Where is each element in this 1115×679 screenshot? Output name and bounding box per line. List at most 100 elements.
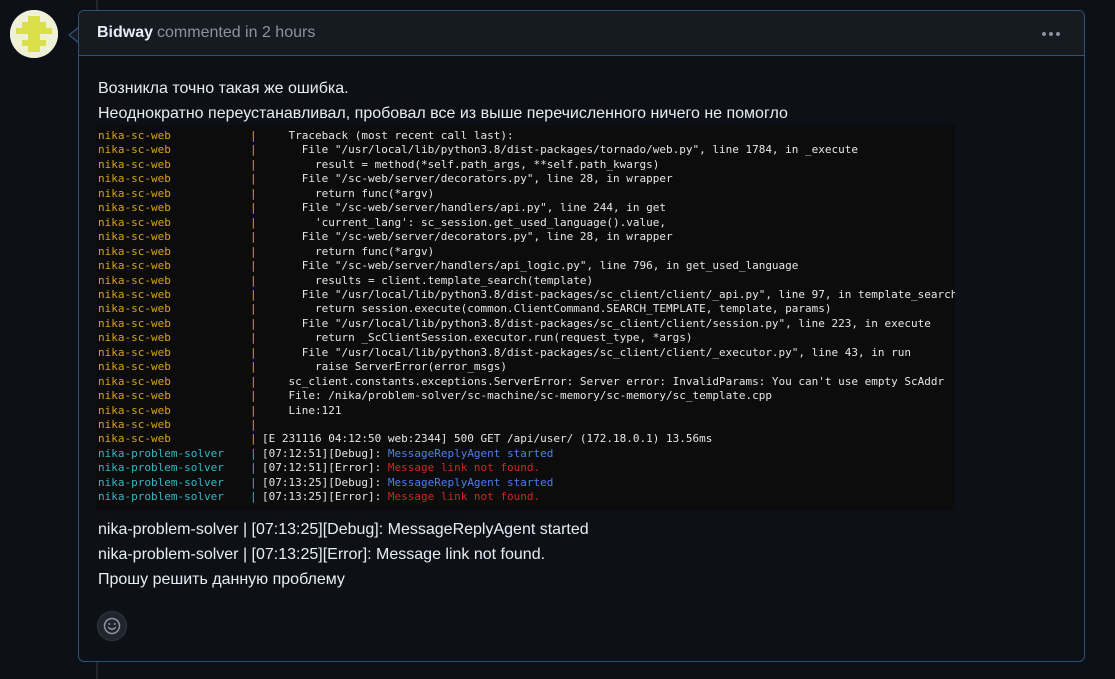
avatar[interactable] — [10, 10, 58, 58]
log-line: nika-sc-web | Line:121 — [98, 404, 341, 418]
log-separator: | — [250, 360, 257, 374]
log-line: nika-sc-web | File: /nika/problem-solver/… — [98, 389, 772, 403]
log-separator: | — [250, 418, 257, 431]
log-separator: | — [250, 403, 257, 417]
log-separator: | — [250, 172, 257, 186]
log-message: return func(*argv) — [262, 244, 435, 258]
log-line: nika-problem-solver | [07:13:25][Error]: M… — [98, 490, 540, 504]
log-line: nika-sc-web | return _ScClientSession.exe… — [98, 331, 692, 345]
log-separator: | — [250, 475, 257, 489]
log-message: File "/usr/local/lib/python3.8/dist-pack… — [262, 143, 859, 157]
log-separator: | — [250, 389, 257, 403]
log-line: nika-sc-web | File "/usr/local/lib/python… — [98, 143, 858, 157]
log-separator: | — [250, 143, 257, 157]
log-prefix: [07:12:51][Error]: — [262, 461, 388, 475]
log-line: nika-sc-web | File "/sc-web/server/decora… — [98, 230, 673, 244]
log-separator: | — [250, 244, 257, 258]
log-separator: | — [250, 461, 257, 475]
log-source-name: nika-sc-web — [98, 259, 171, 273]
log-separator: | — [250, 446, 257, 460]
log-line: nika-problem-solver | [07:12:51][Debug]: M… — [98, 447, 553, 461]
log-line: nika-sc-web | Traceback (most recent call… — [98, 129, 514, 143]
log-message: File "/sc-web/server/decorators.py", lin… — [262, 172, 673, 186]
kebab-dots — [1042, 32, 1060, 36]
log-line: nika-sc-web | sc_client.constants.excepti… — [98, 375, 944, 389]
log-source-name: nika-problem-solver — [98, 446, 224, 460]
log-source-name: nika-sc-web — [98, 432, 171, 446]
log-separator: | — [250, 157, 257, 171]
log-line: nika-sc-web | raise ServerError(error_msg… — [98, 360, 507, 374]
comment-paragraph: Неоднократно переустанавливал, пробовал … — [98, 105, 788, 122]
log-message: File: /nika/problem-solver/sc-machine/sc… — [262, 389, 772, 403]
log-separator: | — [250, 259, 257, 273]
log-message: MessageReplyAgent started — [387, 446, 554, 460]
log-line: nika-sc-web | result = method(*self.path_… — [98, 158, 659, 172]
comment-timestamp[interactable]: commented in 2 hours — [157, 24, 315, 42]
log-message: File "/sc-web/server/handlers/api_logic.… — [262, 259, 799, 273]
log-source-name: nika-sc-web — [98, 172, 171, 186]
log-source-name: nika-problem-solver — [98, 461, 224, 475]
log-message: File "/sc-web/server/handlers/api.py", l… — [262, 201, 666, 215]
log-source-name: nika-sc-web — [98, 215, 171, 229]
log-source-name: nika-sc-web — [98, 273, 171, 287]
log-line: nika-problem-solver | [07:12:51][Error]: M… — [98, 461, 540, 475]
log-line: nika-sc-web | File "/usr/local/lib/python… — [98, 317, 931, 331]
log-source-name: nika-sc-web — [98, 143, 171, 157]
log-source-name: nika-sc-web — [98, 129, 171, 142]
log-source-name: nika-problem-solver — [98, 475, 224, 489]
log-message: Message link not found. — [387, 461, 541, 475]
log-message: return session.execute(common.ClientComm… — [262, 302, 832, 316]
log-separator: | — [250, 201, 257, 215]
log-prefix: [07:12:51][Debug]: — [262, 446, 388, 460]
log-message: Traceback (most recent call last): — [262, 129, 514, 142]
log-source-name: nika-sc-web — [98, 302, 171, 316]
log-separator: | — [250, 316, 257, 330]
identicon-image — [10, 10, 58, 58]
log-message: MessageReplyAgent started — [387, 475, 554, 489]
log-separator: | — [250, 374, 257, 388]
comment-header: Bidway commented in 2 hours — [79, 11, 1084, 56]
log-source-name: nika-problem-solver — [98, 490, 224, 504]
log-separator: | — [250, 345, 257, 359]
log-source-name: nika-sc-web — [98, 360, 171, 374]
log-source-name: nika-sc-web — [98, 345, 171, 359]
comment-paragraph: nika-problem-solver | [07:13:25][Debug]:… — [98, 521, 589, 538]
log-line: nika-sc-web | — [98, 418, 262, 432]
log-line: nika-sc-web | File "/sc-web/server/decora… — [98, 172, 673, 186]
log-message: return _ScClientSession.executor.run(req… — [262, 331, 693, 345]
log-separator: | — [250, 186, 257, 200]
comment-paragraph: nika-problem-solver | [07:13:25][Error]:… — [98, 546, 546, 563]
log-source-name: nika-sc-web — [98, 389, 171, 403]
log-message: Message link not found. — [387, 490, 541, 504]
log-source-name: nika-sc-web — [98, 157, 171, 171]
log-message: File "/sc-web/server/decorators.py", lin… — [262, 230, 673, 244]
log-source-name: nika-sc-web — [98, 331, 171, 345]
log-message: Line:121 — [262, 403, 342, 417]
log-separator: | — [250, 287, 257, 301]
log-separator: | — [250, 230, 257, 244]
log-message: File "/usr/local/lib/python3.8/dist-pack… — [262, 287, 955, 301]
log-source-name: nika-sc-web — [98, 418, 171, 431]
log-line: nika-problem-solver | [07:13:25][Debug]: M… — [98, 476, 553, 490]
log-message: raise ServerError(error_msgs) — [262, 360, 508, 374]
add-reaction-button[interactable] — [97, 611, 127, 641]
log-line: nika-sc-web | File "/sc-web/server/handle… — [98, 259, 798, 273]
log-line: nika-sc-web | return func(*argv) — [98, 187, 434, 201]
log-source-name: nika-sc-web — [98, 201, 171, 215]
log-source-name: nika-sc-web — [98, 316, 171, 330]
log-separator: | — [250, 331, 257, 345]
log-separator: | — [250, 129, 257, 142]
log-separator: | — [250, 302, 257, 316]
log-line: nika-sc-web | return session.execute(comm… — [98, 302, 832, 316]
log-message: sc_client.constants.exceptions.ServerErr… — [262, 374, 945, 388]
comment-author-link[interactable]: Bidway — [97, 24, 153, 42]
log-message: return func(*argv) — [262, 186, 435, 200]
log-source-name: nika-sc-web — [98, 287, 171, 301]
log-source-name: nika-sc-web — [98, 374, 171, 388]
log-line: nika-sc-web | 'current_lang': sc_session.… — [98, 216, 666, 230]
log-message: 'current_lang': sc_session.get_used_lang… — [262, 215, 666, 229]
comment-paragraph: Возникла точно такая же ошибка. — [98, 80, 349, 97]
log-separator: | — [250, 432, 257, 446]
log-prefix: [07:13:25][Error]: — [262, 490, 388, 504]
kebab-horizontal-icon[interactable] — [1040, 23, 1062, 43]
